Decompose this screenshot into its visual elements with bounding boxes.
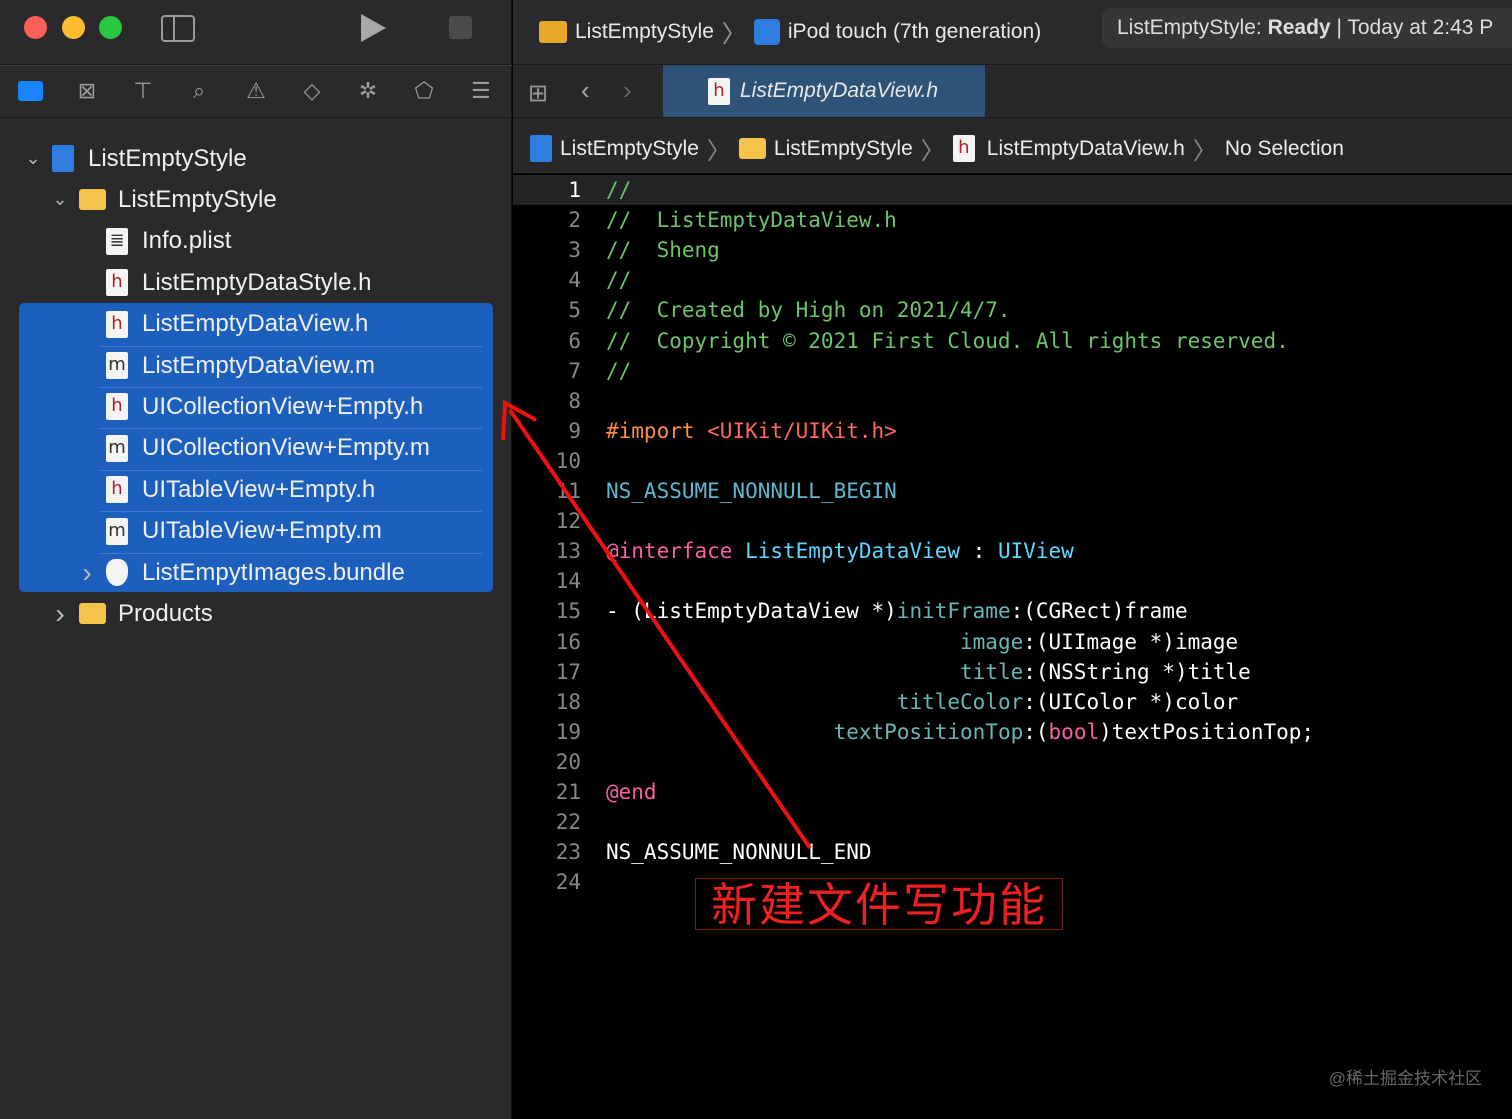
- annotation-arrow: [501, 399, 812, 850]
- annotation-label: 新建文件写功能: [695, 878, 1063, 931]
- arrow-line: [508, 408, 812, 850]
- watermark: @稀土掘金技术社区: [1328, 1069, 1482, 1088]
